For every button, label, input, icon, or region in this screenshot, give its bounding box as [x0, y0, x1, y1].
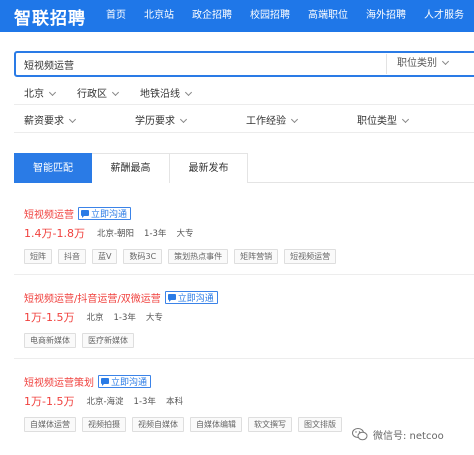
wechat-watermark: 微信号: netcoo	[352, 427, 444, 442]
job-title-link[interactable]: 短视频运营	[24, 206, 74, 221]
job-experience: 1-3年	[113, 313, 136, 323]
search-input[interactable]	[16, 54, 386, 74]
job-tag: 图文排版	[298, 417, 342, 432]
job-listing: 短视频运营/抖音运营/双微运营 立即沟通 1万-1.5万 北京 1-3年 大专 …	[24, 290, 474, 348]
job-tag: 蓝V	[92, 249, 118, 264]
district-label: 行政区	[77, 89, 107, 100]
job-tag: 矩阵营销	[234, 249, 279, 264]
job-education: 本科	[165, 397, 183, 407]
nav-item-beijing[interactable]: 北京站	[135, 0, 183, 32]
tab-latest[interactable]: 最新发布	[170, 153, 248, 183]
chevron-down-icon	[401, 115, 410, 124]
chat-now-button[interactable]: 立即沟通	[164, 290, 218, 304]
job-salary: 1万-1.5万	[24, 395, 75, 408]
chat-now-button[interactable]: 立即沟通	[78, 206, 132, 220]
job-salary: 1.4万-1.8万	[24, 227, 85, 240]
job-location: 北京-海淀	[86, 397, 124, 407]
chevron-down-icon	[184, 88, 193, 97]
top-nav: 智联招聘 首页 北京站 政企招聘 校园招聘 高端职位 海外招聘 人才服务	[0, 0, 474, 32]
chevron-down-icon	[441, 57, 450, 66]
education-filter-label: 学历要求	[135, 116, 175, 127]
chat-now-label: 立即沟通	[111, 377, 148, 388]
job-experience: 1-3年	[144, 229, 167, 239]
job-education: 大专	[176, 229, 194, 239]
job-tag: 策划热点事件	[168, 249, 229, 264]
job-listing: 短视频运营策划 立即沟通 1万-1.5万 北京-海淀 1-3年 本科 自媒体运营…	[24, 374, 474, 432]
job-title-link[interactable]: 短视频运营策划	[24, 374, 94, 389]
job-type-filter-label: 职位类型	[357, 116, 397, 127]
nav-item-home[interactable]: 首页	[98, 0, 135, 32]
salary-filter[interactable]: 薪资要求	[24, 112, 77, 127]
tab-highest-salary[interactable]: 薪酬最高	[92, 153, 170, 183]
job-tag: 电商新媒体	[24, 333, 76, 348]
chat-icon	[167, 294, 176, 302]
watermark-text: 微信号: netcoo	[373, 431, 444, 442]
job-tags: 短阵 抖音 蓝V 数码3C 策划热点事件 矩阵营销 短视频运营	[24, 249, 474, 264]
job-experience: 1-3年	[133, 397, 156, 407]
chevron-down-icon	[68, 115, 77, 124]
district-select[interactable]: 行政区	[77, 85, 120, 100]
chevron-down-icon	[111, 88, 120, 97]
chat-icon	[81, 210, 89, 218]
job-tag: 医疗新媒体	[82, 333, 134, 348]
chevron-down-icon	[290, 115, 299, 124]
chat-now-label: 立即沟通	[91, 209, 128, 220]
divider	[14, 358, 474, 359]
education-filter[interactable]: 学历要求	[135, 112, 188, 127]
nav-menu: 首页 北京站 政企招聘 校园招聘 高端职位 海外招聘 人才服务	[98, 0, 473, 32]
job-tag: 自媒体运营	[24, 417, 76, 432]
subway-label: 地铁沿线	[140, 89, 180, 100]
nav-item-talent[interactable]: 人才服务	[415, 0, 473, 32]
job-tag: 抖音	[58, 249, 86, 264]
job-tag: 视频拍摄	[82, 417, 126, 432]
search-bar: 职位类别	[14, 51, 474, 77]
chat-icon	[101, 378, 109, 386]
nav-item-campus[interactable]: 校园招聘	[241, 0, 299, 32]
city-select[interactable]: 北京	[24, 85, 57, 100]
divider	[14, 274, 474, 275]
nav-item-overseas[interactable]: 海外招聘	[357, 0, 415, 32]
brand-logo[interactable]: 智联招聘	[0, 4, 98, 29]
tab-smart-match[interactable]: 智能匹配	[14, 153, 92, 183]
job-tag: 软文撰写	[248, 417, 292, 432]
job-tag: 自媒体编辑	[190, 417, 242, 432]
nav-item-government[interactable]: 政企招聘	[183, 0, 241, 32]
wechat-icon	[352, 428, 368, 441]
job-tag: 短阵	[24, 249, 52, 264]
chat-now-label: 立即沟通	[177, 293, 214, 304]
job-tags: 电商新媒体 医疗新媒体	[24, 333, 474, 348]
job-type-filter[interactable]: 职位类型	[357, 112, 410, 127]
chevron-down-icon	[48, 88, 57, 97]
chevron-down-icon	[179, 115, 188, 124]
job-tag: 视频自媒体	[132, 417, 184, 432]
city-label: 北京	[24, 89, 44, 100]
job-title-link[interactable]: 短视频运营/抖音运营/双微运营	[24, 290, 161, 305]
experience-filter-label: 工作经验	[246, 116, 286, 127]
subway-select[interactable]: 地铁沿线	[140, 85, 193, 100]
chat-now-button[interactable]: 立即沟通	[98, 374, 152, 388]
job-listing: 短视频运营 立即沟通 1.4万-1.8万 北京-朝阳 1-3年 大专 短阵 抖音…	[24, 206, 474, 264]
job-education: 大专	[145, 313, 163, 323]
location-filter-row: 北京 行政区 地铁沿线	[24, 85, 213, 100]
nav-item-senior[interactable]: 高端职位	[299, 0, 357, 32]
salary-filter-label: 薪资要求	[24, 116, 64, 127]
divider	[14, 132, 474, 133]
job-category-label: 职位类别	[397, 58, 437, 69]
sort-tabs: 智能匹配 薪酬最高 最新发布	[14, 153, 474, 183]
job-salary: 1万-1.5万	[24, 311, 75, 324]
job-tag: 短视频运营	[284, 249, 337, 264]
experience-filter[interactable]: 工作经验	[246, 112, 299, 127]
job-category-select[interactable]: 职位类别	[386, 54, 474, 74]
job-location: 北京	[86, 313, 104, 323]
job-tag: 数码3C	[123, 249, 163, 264]
divider	[14, 104, 474, 105]
job-location: 北京-朝阳	[96, 229, 135, 239]
